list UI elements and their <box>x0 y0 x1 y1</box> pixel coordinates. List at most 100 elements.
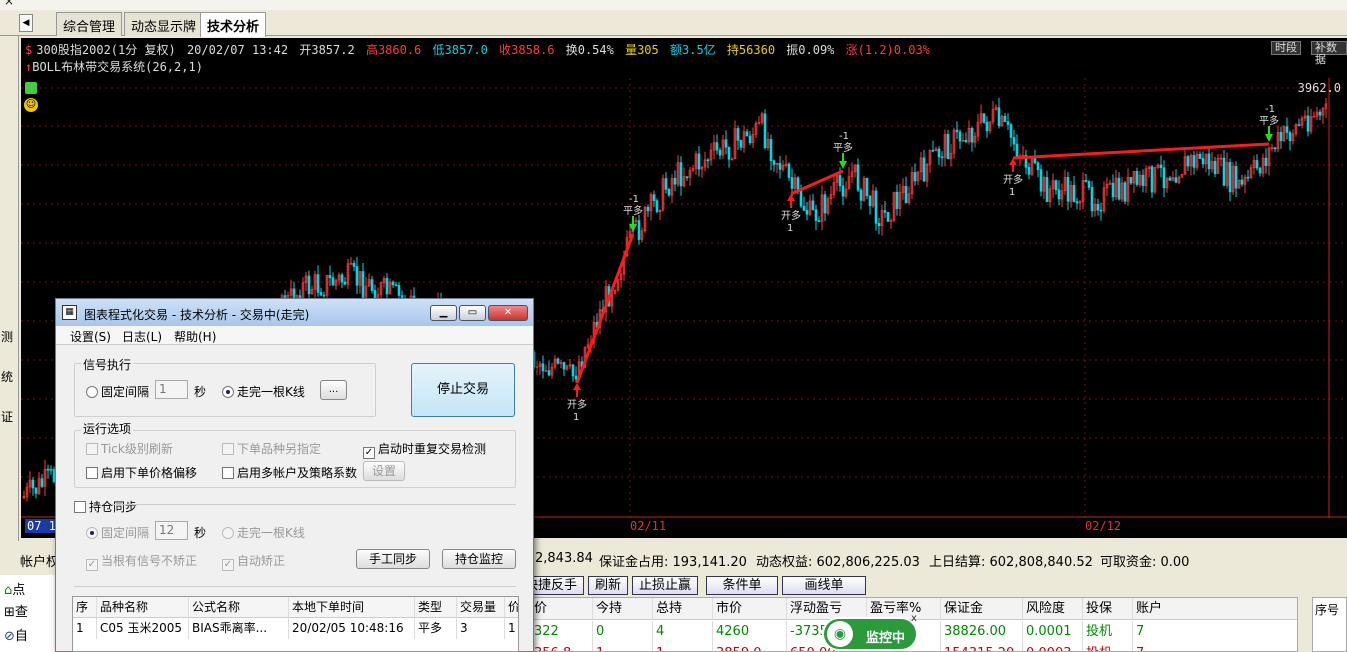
candle-body <box>1117 177 1121 200</box>
menu-settings[interactable]: 设置(S) <box>70 328 111 345</box>
stop-trading-button[interactable]: 停止交易 <box>411 363 515 417</box>
log-cell: 平多 <box>415 618 457 639</box>
log-col-header[interactable]: 价 <box>505 597 518 618</box>
app-icon: ▦ <box>62 305 77 320</box>
order-other-checkbox[interactable]: 下单品种另指定 <box>222 440 321 457</box>
tree-item[interactable]: ⌂点 <box>4 579 25 598</box>
walk-kline-radio[interactable]: 走完一根K线 <box>222 383 305 400</box>
candle-body <box>46 468 50 471</box>
line-order-button[interactable]: 画线单 <box>782 576 866 595</box>
candle-body <box>1075 201 1079 204</box>
position-col-header[interactable]: 账户 <box>1133 598 1297 620</box>
candle-body <box>394 284 398 287</box>
position-col-header[interactable]: 市价 <box>713 598 787 620</box>
tree-item[interactable]: ⊘自 <box>4 625 28 644</box>
price-offset-checkbox[interactable]: 启用下单价格偏移 <box>86 464 197 481</box>
position-col-header[interactable]: 投保 <box>1083 598 1133 620</box>
position-col-header[interactable]: 今持 <box>593 598 653 620</box>
interval-input[interactable]: 1 <box>155 380 188 399</box>
candle-body <box>1111 182 1115 198</box>
chart-hold: 持56360 <box>726 43 776 57</box>
monitor-close-icon[interactable]: x <box>911 613 917 624</box>
candle-body <box>736 128 740 141</box>
dialog-titlebar[interactable]: ▦ 图表程式化交易 - 技术分析 - 交易中(走完) ▁ ▭ ✕ <box>56 299 533 326</box>
position-col-header[interactable]: 价 <box>531 598 593 620</box>
log-col-header[interactable]: 本地下单时间 <box>289 597 415 618</box>
log-col-header[interactable]: 品种名称 <box>97 597 189 618</box>
candle-body <box>1009 124 1013 138</box>
lock-icon[interactable] <box>25 82 37 94</box>
candle-body <box>352 263 356 267</box>
period-button[interactable]: 时段 <box>1271 41 1301 55</box>
hold-monitor-button[interactable]: 持仓监控 <box>442 549 516 569</box>
signal-label: 平多 <box>623 204 643 217</box>
log-col-header[interactable]: 交易量 <box>457 597 505 618</box>
startup-check-checkbox[interactable]: ✓ 启动时重复交易检测 <box>363 440 486 459</box>
no-correct-checkbox[interactable]: ✓ 当根有信号不矫正 <box>86 552 197 571</box>
account-dynamic-equity: 动态权益: 602,806,225.03 <box>756 555 920 570</box>
fixed-interval-radio[interactable]: 固定间隔 <box>86 383 149 400</box>
monitor-badge[interactable]: ◉ 监控中 <box>822 617 918 651</box>
smiley-icon[interactable]: ☺ <box>24 98 38 112</box>
tick-refresh-checkbox[interactable]: Tick级别刷新 <box>86 440 173 457</box>
position-col-header[interactable]: 保证金 <box>941 598 1023 620</box>
candle-body <box>883 210 887 213</box>
minimize-button[interactable]: ▁ <box>430 305 457 321</box>
candle-body <box>841 185 845 197</box>
position-cell: 38826.00 <box>941 621 1023 643</box>
tab-technical-analysis[interactable]: 技术分析 <box>200 12 267 37</box>
expand-icon[interactable]: ⊞ <box>4 605 15 620</box>
maximize-button[interactable]: ▭ <box>459 305 486 321</box>
conditional-order-button[interactable]: 条件单 <box>706 576 778 595</box>
x-axis-label: 02/11 <box>630 519 667 533</box>
settings-button[interactable]: 设置 <box>363 461 405 481</box>
tab-general-management[interactable]: 综合管理 <box>56 12 123 36</box>
chart-change: 涨(1.2)0.03% <box>845 43 930 57</box>
signal-label: 1 <box>1009 187 1015 198</box>
position-cell: 投机 <box>1083 643 1133 651</box>
candle-body <box>1255 160 1259 169</box>
log-col-header[interactable]: 类型 <box>415 597 457 618</box>
fixed-interval-radio-2[interactable]: 固定间隔 <box>86 524 149 541</box>
manual-sync-button[interactable]: 手工同步 <box>356 549 430 569</box>
candle-body <box>1186 156 1190 167</box>
position-col-header[interactable]: 总持 <box>653 598 713 620</box>
account-margin: 保证金占用: 193,141.20 <box>599 555 747 570</box>
candle-body <box>823 194 827 214</box>
candle-body <box>856 164 860 191</box>
multi-account-checkbox[interactable]: 启用多帐户及策略系数 <box>222 464 357 481</box>
tab-dynamic-board[interactable]: 动态显示牌 <box>124 12 204 36</box>
hold-sync-checkbox[interactable]: 持仓同步 <box>74 498 137 515</box>
candle-body <box>547 370 551 376</box>
candle-body <box>811 200 815 210</box>
left-side-strip: 测 统 证 <box>0 36 19 541</box>
menu-help[interactable]: 帮助(H) <box>174 328 216 345</box>
close-icon[interactable]: × <box>4 0 14 8</box>
tab-scroll-left-button[interactable]: ◀ <box>19 14 33 32</box>
ellipsis-button[interactable]: ... <box>320 380 347 400</box>
refresh-button[interactable]: 刷新 <box>588 576 629 595</box>
interval-input-2[interactable]: 12 <box>155 521 188 540</box>
log-cell: BIAS乖离率... <box>189 618 289 639</box>
menu-log[interactable]: 日志(L) <box>122 328 162 345</box>
close-button[interactable]: ✕ <box>488 305 528 321</box>
tree-item[interactable]: ⊞查 <box>4 601 28 620</box>
candle-body <box>1279 132 1283 142</box>
account-prev-settlement: 上日结算: 602,808,840.52 <box>929 555 1093 570</box>
account-equity: 2,843.84 <box>535 551 593 566</box>
auto-correct-checkbox[interactable]: ✓ 自动矫正 <box>222 552 285 571</box>
supplement-data-button[interactable]: 补数据 <box>1311 41 1347 66</box>
candle-body <box>796 177 800 190</box>
position-col-header[interactable]: 风险度 <box>1023 598 1083 620</box>
stop-loss-profit-button[interactable]: 止损止赢 <box>632 576 699 595</box>
log-col-header[interactable]: 序 <box>73 597 97 618</box>
signal-label: 开多 <box>1003 173 1023 186</box>
log-col-header[interactable]: 公式名称 <box>189 597 289 618</box>
chart-low: 低3857.0 <box>432 43 488 57</box>
candle-body <box>1201 158 1205 165</box>
formula-name[interactable]: BOLL布林带交易系统(26,2,1) <box>32 60 203 74</box>
walk-kline-radio-2[interactable]: 走完一根K线 <box>222 524 305 541</box>
candle-body <box>385 278 389 295</box>
candle-body <box>802 205 806 211</box>
candle-body <box>1207 153 1211 170</box>
